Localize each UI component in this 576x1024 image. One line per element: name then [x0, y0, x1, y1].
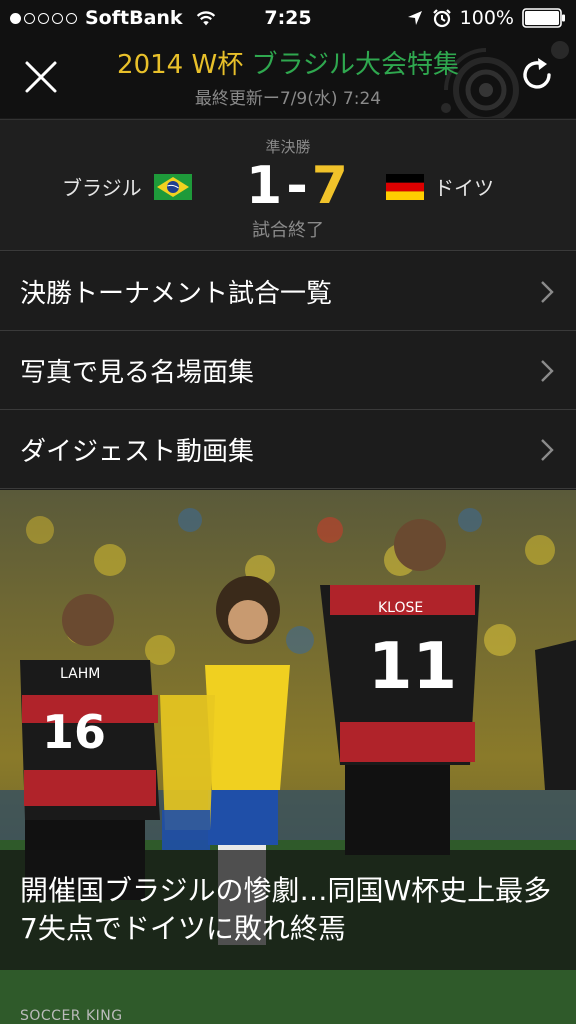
- menu-item-label: ダイジェスト動画集: [20, 436, 255, 467]
- refresh-button[interactable]: [512, 50, 562, 100]
- refresh-icon: [523, 58, 551, 89]
- away-team-name: ドイツ: [434, 176, 494, 200]
- title-year: 2014 W杯: [117, 50, 244, 80]
- status-right: 100%: [406, 7, 566, 29]
- menu-item-label: 決勝トーナメント試合一覧: [20, 278, 333, 309]
- score-panel[interactable]: 準決勝 ブラジル 1 - 7 ドイツ 試合終了: [0, 119, 576, 251]
- away-score: 7: [311, 156, 348, 216]
- status-bar: SoftBank 7:25 100%: [0, 0, 576, 38]
- menu-list: 決勝トーナメント試合一覧 写真で見る名場面集 ダイジェスト動画集: [0, 252, 576, 489]
- chevron-right-icon: [541, 439, 554, 461]
- alarm-icon: [432, 9, 451, 28]
- match-status: 試合終了: [252, 220, 324, 241]
- last-updated: 最終更新ー7/9(水) 7:24: [194, 89, 382, 109]
- score-separator: -: [286, 156, 308, 216]
- home-team: ブラジル: [62, 172, 192, 201]
- app-header: 2014 W杯 ブラジル大会特集 最終更新ー7/9(水) 7:24: [0, 38, 576, 118]
- title-event: ブラジル大会特集: [251, 50, 459, 80]
- score: 1 - 7: [246, 156, 348, 216]
- brazil-flag-icon: [153, 173, 192, 200]
- article-source: SOCCER KING: [20, 1008, 123, 1024]
- svg-text:KLOSE: KLOSE: [378, 600, 423, 616]
- germany-flag-icon: [386, 173, 424, 200]
- chevron-right-icon: [541, 360, 554, 382]
- svg-text:16: 16: [42, 705, 106, 759]
- article-headline[interactable]: 開催国ブラジルの惨劇…同国W杯史上最多7失点でドイツに敗れ終焉: [0, 850, 576, 970]
- chevron-right-icon: [541, 281, 554, 303]
- svg-text:LAHM: LAHM: [60, 666, 100, 682]
- menu-item-digest-videos[interactable]: ダイジェスト動画集: [0, 410, 576, 489]
- page-title: 2014 W杯 ブラジル大会特集: [0, 44, 576, 81]
- round-label: 準決勝: [265, 138, 311, 156]
- home-score: 1: [246, 156, 283, 216]
- menu-item-photo-highlights[interactable]: 写真で見る名場面集: [0, 331, 576, 410]
- away-team: ドイツ: [386, 172, 494, 201]
- battery-percent: 100%: [459, 7, 514, 29]
- menu-item-label: 写真で見る名場面集: [20, 357, 255, 388]
- home-team-name: ブラジル: [62, 176, 142, 200]
- menu-item-tournament-matches[interactable]: 決勝トーナメント試合一覧: [0, 252, 576, 331]
- location-arrow-icon: [407, 11, 422, 25]
- battery-icon: [522, 8, 565, 28]
- svg-text:11: 11: [368, 630, 457, 704]
